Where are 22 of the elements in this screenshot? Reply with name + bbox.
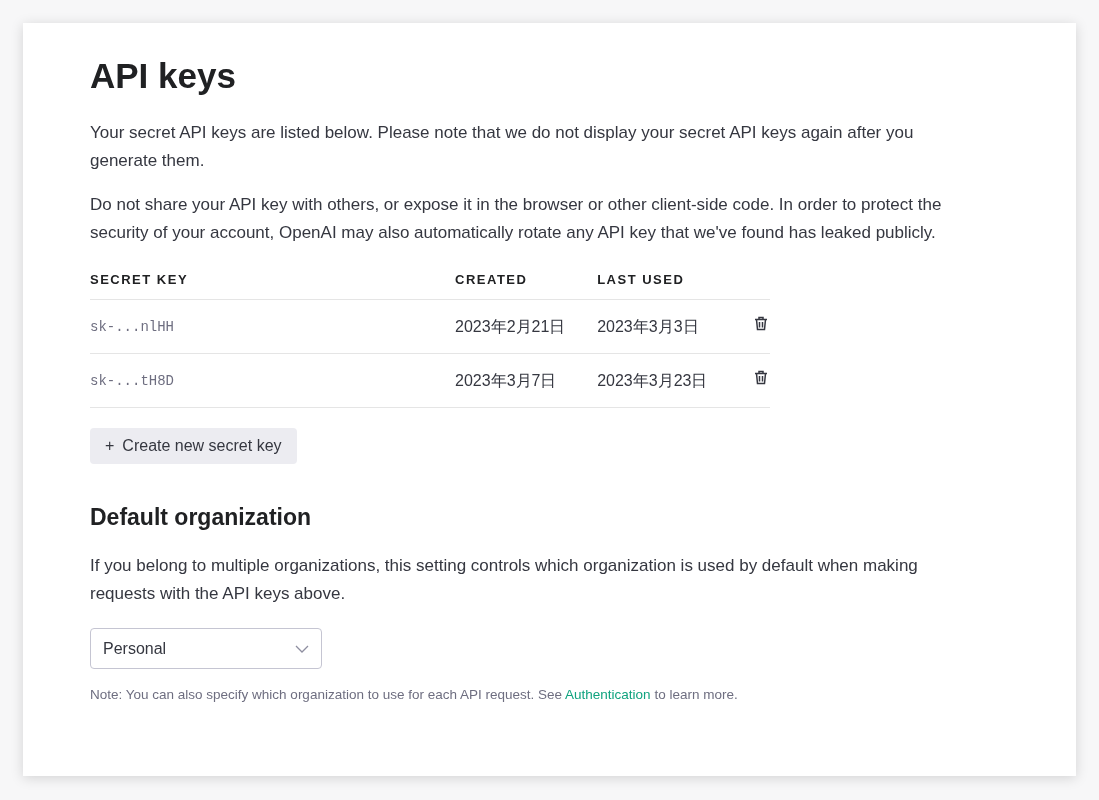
last-used-date: 2023年3月3日	[597, 317, 700, 335]
secret-key: sk-...tH8D	[90, 373, 174, 389]
delete-button[interactable]	[752, 368, 770, 387]
column-header: SECRET KEY	[90, 271, 189, 287]
delete-button[interactable]	[752, 314, 770, 333]
note-text: Note: You can also specify which organization to use for each API request. See Authentication to learn more.	[90, 686, 739, 704]
created-date: 2023年3月7日	[455, 371, 558, 389]
section-heading: Default organization	[90, 502, 313, 532]
last-used-date: 2023年3月23日	[597, 371, 709, 389]
chevron-down-icon	[295, 644, 309, 653]
create-key-button[interactable]: + Create new secret key	[90, 427, 297, 464]
trash-icon	[754, 370, 768, 385]
secret-key: sk-...nlHH	[90, 319, 174, 335]
column-header: LAST USED	[597, 271, 685, 287]
page-title: API keys	[90, 55, 237, 97]
intro-paragraph: Do not share your API key with others, or expose it in the browser or other client-side code. In order to protect the security of your account, OpenAI may also automatically rotate any API key that we've found has leaked publicly.	[90, 193, 943, 244]
intro-paragraph: Your secret API keys are listed below. Please note that we do not display your secret API keys again after you generate them.	[90, 121, 915, 172]
column-header: CREATED	[455, 271, 528, 287]
trash-icon	[754, 316, 768, 331]
org-description: If you belong to multiple organizations, this setting controls which organization is used by default when making requests with the API keys above.	[90, 555, 919, 605]
organization-select[interactable]: Personal	[90, 628, 322, 669]
created-date: 2023年2月21日	[455, 317, 567, 335]
